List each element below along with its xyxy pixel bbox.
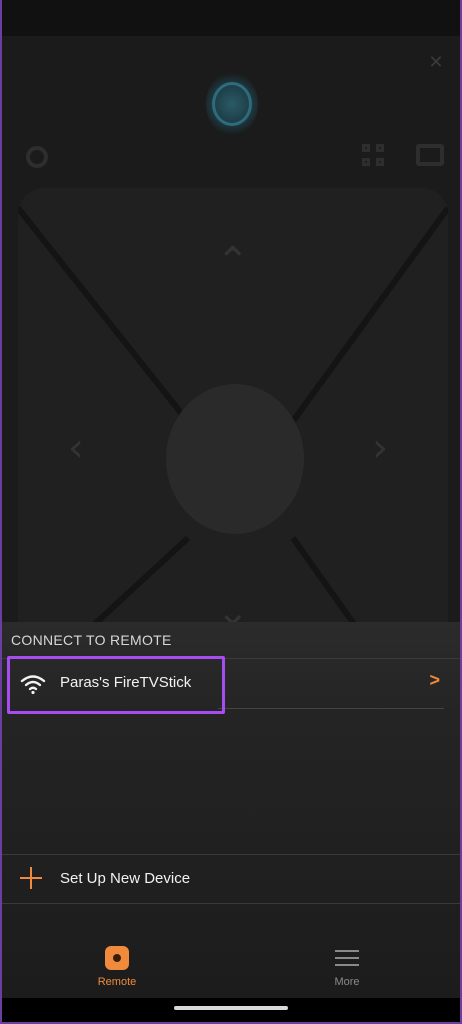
left-arrow-icon[interactable]: ‹ (68, 428, 84, 468)
setup-label: Set Up New Device (60, 870, 191, 887)
right-arrow-icon[interactable]: › (372, 428, 388, 468)
row-divider (218, 708, 444, 709)
status-bar (0, 0, 462, 36)
menu-tab-icon (335, 946, 359, 970)
apps-icon[interactable] (362, 144, 386, 168)
remote-tab-icon (105, 946, 129, 970)
alexa-icon (212, 82, 252, 126)
divider (2, 903, 460, 904)
close-icon[interactable]: ✕ (428, 53, 444, 71)
highlight-box (7, 656, 225, 714)
tab-remote-label: Remote (97, 976, 137, 988)
plus-icon (20, 867, 42, 889)
tab-more[interactable]: More (302, 946, 392, 988)
settings-icon[interactable] (26, 146, 48, 168)
tab-more-label: More (334, 976, 360, 988)
home-indicator[interactable] (174, 1006, 288, 1010)
select-button[interactable] (166, 384, 304, 534)
up-arrow-icon[interactable]: ⌃ (216, 242, 250, 282)
tab-remote[interactable]: Remote (72, 946, 162, 988)
remote-panel: ✕ ⌃ ‹ › ⌄ (2, 36, 460, 622)
down-arrow-icon[interactable]: ⌄ (216, 592, 250, 622)
keyboard-icon[interactable] (416, 144, 444, 166)
sheet-title: CONNECT TO REMOTE (11, 632, 172, 648)
setup-new-device-button[interactable]: Set Up New Device (2, 855, 460, 903)
chevron-right-icon: > (429, 670, 440, 690)
tab-bar: Remote More (2, 928, 460, 998)
